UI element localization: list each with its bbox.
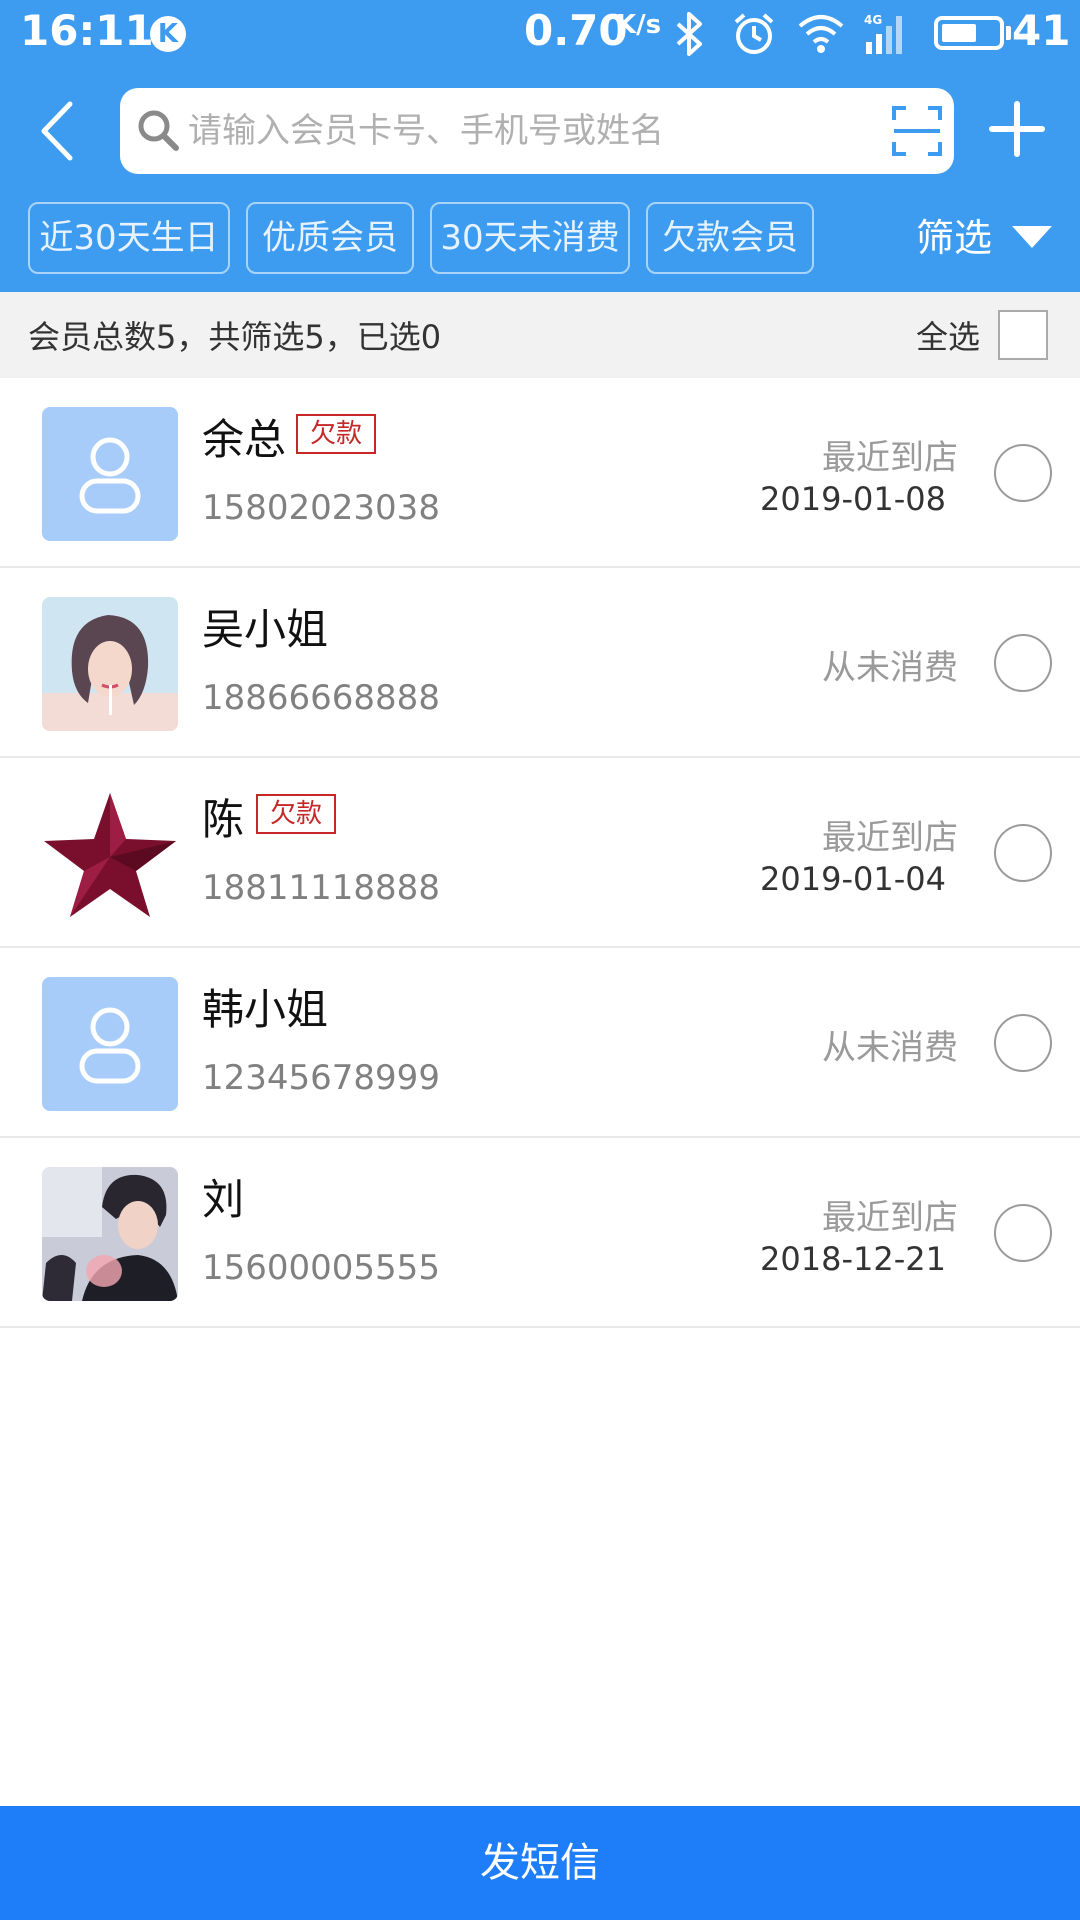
network-speed: 0.70 — [524, 6, 628, 55]
member-name: 刘 — [202, 1175, 245, 1224]
star-icon — [42, 787, 178, 921]
search-input[interactable] — [188, 94, 868, 168]
visit-label: 最近到店 — [822, 1198, 958, 1238]
member-name: 余总 — [202, 415, 287, 464]
filter-button[interactable]: 筛选 — [916, 212, 992, 264]
scan-icon[interactable] — [892, 106, 942, 156]
member-row[interactable]: 陈 欠款 18811118888 最近到店 2019-01-04 — [0, 758, 1080, 948]
alarm-icon — [734, 13, 774, 54]
chip-quality-member[interactable]: 优质会员 — [246, 202, 414, 274]
placeholder-avatar-icon — [42, 407, 178, 541]
battery-icon — [934, 16, 1004, 50]
member-phone: 18866668888 — [202, 678, 440, 718]
search-bar[interactable] — [120, 88, 954, 174]
member-name: 吴小姐 — [202, 605, 329, 654]
member-row[interactable]: 吴小姐 18866668888 从未消费 — [0, 568, 1080, 758]
member-row[interactable]: 刘 15600005555 最近到店 2018-12-21 — [0, 1138, 1080, 1328]
placeholder-avatar-icon — [42, 977, 178, 1111]
visit-date: 2018-12-21 — [760, 1240, 946, 1278]
select-all-label: 全选 — [916, 318, 981, 356]
chip-no-consume-30d[interactable]: 30天未消费 — [430, 202, 630, 274]
member-phone: 12345678999 — [202, 1058, 440, 1098]
chip-debt-member[interactable]: 欠款会员 — [646, 202, 814, 274]
member-phone: 18811118888 — [202, 868, 440, 908]
member-photo-avatar — [42, 1167, 178, 1301]
battery-level: 41 — [1012, 6, 1071, 55]
wifi-icon — [798, 15, 844, 53]
member-select-radio[interactable] — [994, 1014, 1052, 1072]
visit-label: 最近到店 — [822, 818, 958, 858]
member-row[interactable]: 余总 欠款 15802023038 最近到店 2019-01-08 — [0, 378, 1080, 568]
member-name: 陈 — [202, 795, 245, 844]
select-all-checkbox[interactable] — [998, 310, 1048, 360]
battery-tip — [1006, 26, 1011, 40]
summary-bar: 会员总数5，共筛选5，已选0 全选 — [0, 292, 1080, 378]
debt-badge: 欠款 — [256, 794, 337, 834]
visit-label: 从未消费 — [822, 1028, 958, 1068]
visit-date: 2019-01-08 — [760, 480, 946, 518]
add-member-button[interactable] — [988, 100, 1046, 158]
debt-badge: 欠款 — [296, 414, 377, 454]
status-bar: 16:11 K 0.70 K/s 4G 41 — [0, 0, 1080, 66]
member-phone: 15802023038 — [202, 488, 440, 528]
visit-date: 2019-01-04 — [760, 860, 946, 898]
k-app-icon: K — [150, 16, 186, 52]
member-select-radio[interactable] — [994, 444, 1052, 502]
visit-label: 从未消费 — [822, 648, 958, 688]
search-icon — [138, 110, 179, 151]
member-name: 韩小姐 — [202, 985, 329, 1034]
member-photo-avatar — [42, 597, 178, 731]
bluetooth-icon — [676, 12, 702, 56]
back-button[interactable] — [30, 96, 90, 166]
member-select-radio[interactable] — [994, 824, 1052, 882]
signal-icon: 4G — [864, 13, 902, 54]
member-list: 余总 欠款 15802023038 最近到店 2019-01-08 吴小姐 18… — [0, 378, 1080, 1328]
status-time: 16:11 — [20, 6, 154, 55]
chevron-down-icon[interactable] — [1012, 226, 1052, 250]
member-select-radio[interactable] — [994, 1204, 1052, 1262]
summary-text: 会员总数5，共筛选5，已选0 — [28, 318, 442, 356]
chip-birthday-30d[interactable]: 近30天生日 — [28, 202, 230, 274]
member-phone: 15600005555 — [202, 1248, 440, 1288]
network-type-label: 4G — [864, 13, 882, 27]
network-speed-unit: K/s — [616, 10, 662, 40]
visit-label: 最近到店 — [822, 438, 958, 478]
member-select-radio[interactable] — [994, 634, 1052, 692]
send-sms-button[interactable]: 发短信 — [0, 1806, 1080, 1920]
member-row[interactable]: 韩小姐 12345678999 从未消费 — [0, 948, 1080, 1138]
